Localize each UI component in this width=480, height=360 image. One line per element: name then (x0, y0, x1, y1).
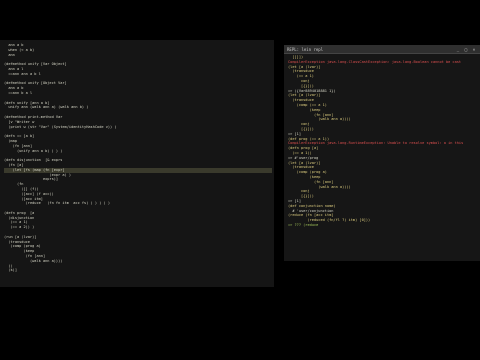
maximize-icon[interactable]: □ (463, 47, 469, 52)
minimize-icon[interactable]: _ (455, 47, 461, 52)
repl-title: REPL: lein repl (287, 46, 324, 52)
window-buttons: _ □ × (455, 47, 477, 52)
screen: ann a b when (< a b) ann (defmethod unify… (0, 0, 480, 360)
code-editor[interactable]: ann a b when (< a b) ann (defmethod unify… (0, 40, 274, 287)
close-icon[interactable]: × (471, 47, 477, 52)
repl-line: CompilerException java.lang.ClassCastExc… (288, 59, 462, 64)
repl-titlebar[interactable]: REPL: lein repl _ □ × (284, 45, 480, 54)
editor-lines: ann a b when (< a b) ann (defmethod unify… (4, 43, 272, 273)
repl-output[interactable]: [[]]) CompilerException java.lang.ClassCa… (288, 55, 478, 228)
code-line: (k)] (4, 268, 17, 273)
repl-window[interactable]: REPL: lein repl _ □ × [[]]) CompilerExcep… (284, 45, 480, 261)
repl-line: => ??? (reduce (288, 222, 319, 227)
